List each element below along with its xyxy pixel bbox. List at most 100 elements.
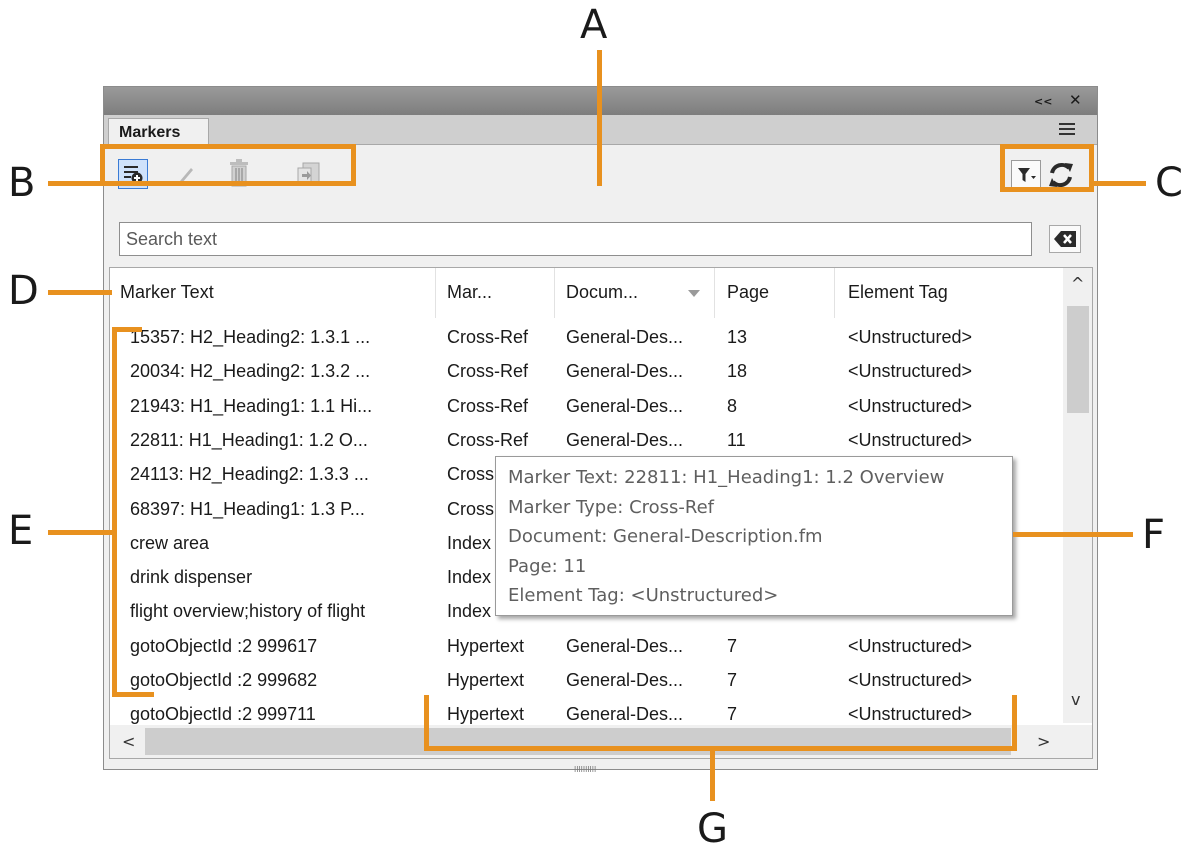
table-cell: 68397: H1_Heading1: 1.3 P... xyxy=(130,498,365,519)
table-cell: 20034: H2_Heading2: 1.3.2 ... xyxy=(130,361,371,382)
table-cell: <Unstructured> xyxy=(848,429,973,450)
table-row[interactable]: 15357: H2_Heading2: 1.3.1 ... Cross-Ref Ge… xyxy=(110,321,1060,355)
tooltip-document: Document: General-Description.fm xyxy=(508,526,823,547)
table-row[interactable]: gotoObjectId :2 999617 Hypertext General-D… xyxy=(110,630,1060,664)
table-cell: General-Des... xyxy=(566,635,684,656)
scroll-down-icon[interactable]: v xyxy=(1071,690,1080,709)
callout-line-b xyxy=(48,181,100,186)
tooltip-marker-text: Marker Text: 22811: H1_Heading1: 1.2 Ove… xyxy=(508,467,945,488)
table-cell: General-Des... xyxy=(566,327,684,347)
column-divider[interactable] xyxy=(435,268,436,318)
table-cell: Hypertext xyxy=(447,704,525,725)
callout-label-g: G xyxy=(697,806,728,852)
column-header-marker-text[interactable]: Marker Text xyxy=(120,282,214,303)
callout-label-b: B xyxy=(8,160,36,206)
table-cell: 11 xyxy=(727,429,746,450)
table-cell: 8 xyxy=(727,395,738,416)
callout-line-e xyxy=(48,530,112,535)
table-cell: gotoObjectId :2 999711 xyxy=(130,704,316,725)
table-cell: General-Des... xyxy=(566,395,684,416)
column-divider[interactable] xyxy=(834,268,835,318)
table-cell: General-Des... xyxy=(566,361,684,382)
callout-box-c xyxy=(1000,144,1094,192)
table-cell: 21943: H1_Heading1: 1.1 Hi... xyxy=(130,395,373,416)
table-row[interactable]: gotoObjectId :2 999682 Hypertext General-D… xyxy=(110,664,1060,698)
table-cell: gotoObjectId :2 999617 xyxy=(130,635,318,656)
callout-bracket-e xyxy=(112,327,117,697)
collapse-icon[interactable]: << xyxy=(1034,95,1052,108)
table-cell: Cross-Ref xyxy=(447,429,529,450)
table-cell: Cross-Ref xyxy=(447,395,529,416)
table-cell: Cross-Ref xyxy=(447,327,529,347)
table-cell: General-Des... xyxy=(566,429,684,450)
callout-bracket-g-bottom xyxy=(424,746,1017,751)
vertical-scroll-thumb[interactable] xyxy=(1067,306,1089,413)
table-cell: <Unstructured> xyxy=(848,670,973,690)
column-header-document[interactable]: Docum... xyxy=(566,282,638,303)
table-cell: Hypertext xyxy=(447,635,525,656)
callout-bracket-e-bottom xyxy=(112,692,154,697)
callout-label-e: E xyxy=(8,508,34,554)
callout-bracket-e-top xyxy=(112,327,142,332)
table-cell: 22811: H1_Heading1: 1.2 O... xyxy=(130,429,368,450)
table-cell: 7 xyxy=(727,670,738,690)
table-cell: General-Des... xyxy=(566,704,684,725)
horizontal-scrollbar[interactable]: < > xyxy=(110,725,1092,758)
table-cell: 13 xyxy=(727,327,748,347)
sort-arrow-icon xyxy=(688,290,700,297)
table-cell: crew area xyxy=(130,532,210,553)
column-header-element-tag[interactable]: Element Tag xyxy=(848,282,948,303)
tooltip-page: Page: 11 xyxy=(508,555,587,577)
table-cell: General-Des... xyxy=(566,670,684,690)
callout-line-d xyxy=(48,290,112,295)
table-cell: 18 xyxy=(727,361,748,382)
callout-line-f xyxy=(1013,532,1133,537)
table-cell: <Unstructured> xyxy=(848,361,973,382)
tab-markers[interactable]: Markers xyxy=(108,118,209,145)
tooltip-element-tag: Element Tag: <Unstructured> xyxy=(508,585,779,606)
resize-grip-icon[interactable]: IIIIIIIIII xyxy=(574,765,614,774)
backspace-icon xyxy=(1054,231,1076,247)
close-icon[interactable]: ✕ xyxy=(1069,91,1082,109)
column-header-page[interactable]: Page xyxy=(727,282,769,303)
callout-bracket-g-right xyxy=(1012,695,1017,751)
callout-line-g xyxy=(710,751,715,801)
table-cell: Hypertext xyxy=(447,670,525,690)
table-cell: drink dispenser xyxy=(130,567,253,588)
table-cell: Cross-Ref xyxy=(447,361,529,382)
table-cell: 15357: H2_Heading2: 1.3.1 ... xyxy=(130,327,371,347)
callout-label-a: A xyxy=(580,2,608,48)
scroll-right-icon[interactable]: > xyxy=(1037,732,1050,751)
table-row[interactable]: 20034: H2_Heading2: 1.3.2 ... Cross-Ref Ge… xyxy=(110,355,1060,389)
clear-search-button[interactable] xyxy=(1049,225,1081,253)
table-cell: 7 xyxy=(727,704,738,725)
panel-menu-icon[interactable] xyxy=(1059,123,1075,138)
column-divider[interactable] xyxy=(554,268,555,318)
callout-line-a xyxy=(597,50,602,186)
callout-box-b xyxy=(100,144,356,186)
table-cell: <Unstructured> xyxy=(848,395,973,416)
callout-bracket-g-left xyxy=(424,695,429,751)
search-input[interactable]: Search text xyxy=(119,222,1032,256)
table-row[interactable]: 21943: H1_Heading1: 1.1 Hi... Cross-Ref Ge… xyxy=(110,390,1060,424)
table-cell: 24113: H2_Heading2: 1.3.3 ... xyxy=(130,464,369,485)
table-cell: gotoObjectId :2 999682 xyxy=(130,670,318,690)
table-cell: <Unstructured> xyxy=(848,327,973,347)
table-cell: <Unstructured> xyxy=(848,635,973,656)
scroll-left-icon[interactable]: < xyxy=(122,732,135,751)
table-cell: 7 xyxy=(727,635,738,656)
vertical-scrollbar[interactable]: ^ v xyxy=(1063,268,1092,723)
column-divider[interactable] xyxy=(714,268,715,318)
column-header-marker-type[interactable]: Mar... xyxy=(447,282,492,303)
table-cell: flight overview;history of flight xyxy=(130,601,366,622)
callout-label-f: F xyxy=(1142,512,1166,558)
callout-line-c xyxy=(1094,181,1146,186)
marker-tooltip: Marker Text: 22811: H1_Heading1: 1.2 Ove… xyxy=(495,456,1013,616)
callout-label-c: C xyxy=(1155,160,1183,206)
scroll-up-icon[interactable]: ^ xyxy=(1071,274,1084,293)
table-cell: <Unstructured> xyxy=(848,704,973,725)
table-row[interactable]: 22811: H1_Heading1: 1.2 O... Cross-Ref Gen… xyxy=(110,424,1060,458)
tooltip-marker-type: Marker Type: Cross-Ref xyxy=(508,496,715,518)
markers-panel: << ✕ Markers Search text Marker Text Mar… xyxy=(103,86,1098,774)
callout-label-d: D xyxy=(8,268,39,314)
